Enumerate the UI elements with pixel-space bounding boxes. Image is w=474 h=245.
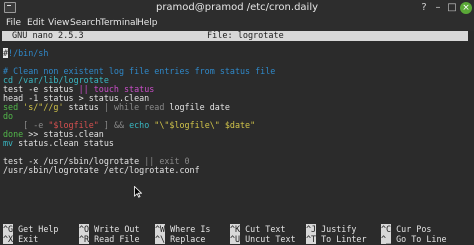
nano-version: GNU nano 2.5.3 <box>12 31 84 41</box>
terminal-window: pramod@pramod /etc/cron.daily ? – □ × Fi… <box>0 0 474 245</box>
menu-terminal[interactable]: Terminal <box>100 16 138 31</box>
shortcut-where-is[interactable]: ^W Where Is <box>155 224 210 234</box>
menu-file[interactable]: File <box>6 16 21 31</box>
shortcut-replace[interactable]: ^\ Replace <box>155 234 205 244</box>
close-button[interactable]: × <box>460 2 472 14</box>
shortcut-justify[interactable]: ^J Justify <box>306 224 356 234</box>
minimize-button[interactable]: – <box>432 2 444 14</box>
nano-filename: File: logrotate <box>207 31 284 41</box>
shortcut-get-help[interactable]: ^G Get Help <box>3 224 58 234</box>
editor-line: /usr/sbin/logrotate /etc/logrotate.conf <box>3 165 200 175</box>
editor-line: sed 's/"//g' status | while read logfile… <box>3 102 230 112</box>
window-title: pramod@pramod /etc/cron.daily <box>155 2 319 13</box>
shortcut-write-out[interactable]: ^O Write Out <box>79 224 140 234</box>
shortcut-cur-pos[interactable]: ^C Cur Pos <box>381 224 431 234</box>
menu-help[interactable]: Help <box>137 16 158 31</box>
shortcut-cut-text[interactable]: ^K Cut Text <box>230 224 285 234</box>
shortcut-read-file[interactable]: ^R Read File <box>79 234 140 244</box>
shortcut-uncut-text[interactable]: ^U Uncut Text <box>230 234 296 244</box>
menu-edit[interactable]: Edit <box>27 16 44 31</box>
maximize-button[interactable]: □ <box>446 2 458 14</box>
menu-bar: File Edit View Search Terminal Help <box>0 16 474 31</box>
title-bar: pramod@pramod /etc/cron.daily ? – □ × <box>0 0 474 16</box>
shortcut-go-to-line[interactable]: ^_ Go To Line <box>381 234 447 244</box>
mouse-pointer-icon <box>134 186 142 198</box>
editor-line: mv status.clean status <box>3 138 114 148</box>
help-icon[interactable]: ? <box>418 2 430 14</box>
menu-search[interactable]: Search <box>70 16 101 31</box>
shortcut-exit[interactable]: ^X Exit <box>3 234 38 244</box>
shortcut-to-linter[interactable]: ^T To Linter <box>306 234 367 244</box>
menu-view[interactable]: View <box>48 16 69 31</box>
editor-line: #!/bin/sh <box>3 48 49 58</box>
nano-header-bar: GNU nano 2.5.3 File: logrotate <box>2 31 468 41</box>
